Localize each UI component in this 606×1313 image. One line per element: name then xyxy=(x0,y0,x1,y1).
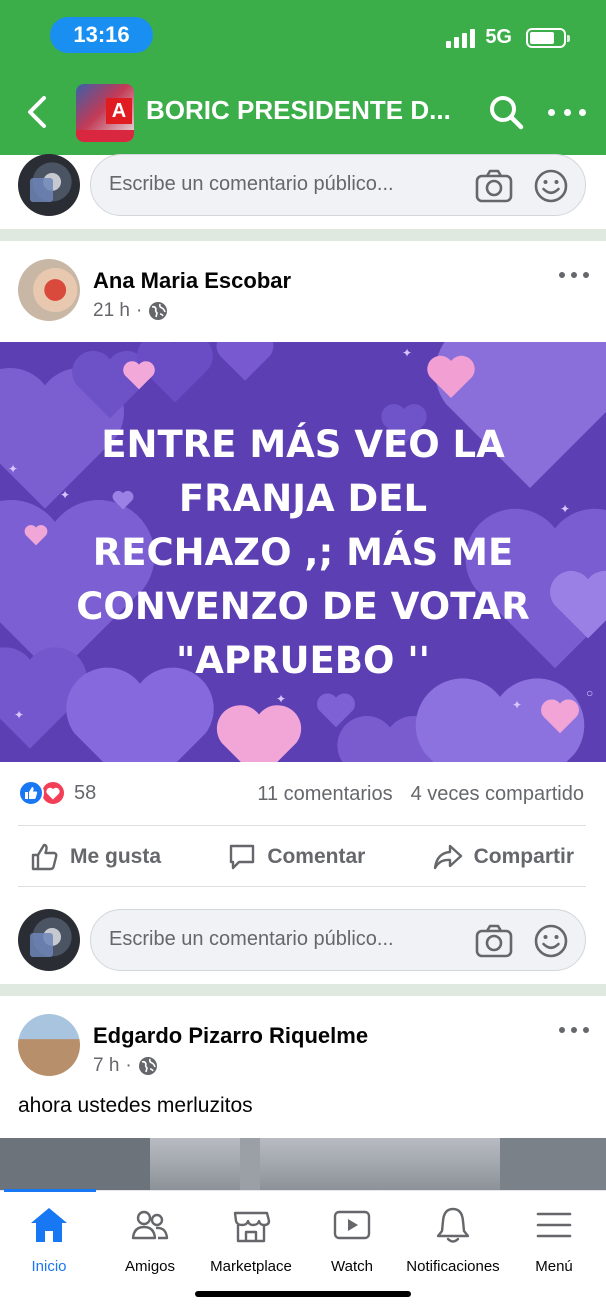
like-label: Me gusta xyxy=(70,845,162,868)
thumbs-up-icon xyxy=(31,843,58,871)
divider xyxy=(18,886,586,887)
nav-item-marketplace[interactable]: Marketplace xyxy=(201,1205,301,1275)
bell-icon xyxy=(436,1207,470,1243)
card-text-line: ENTRE MÁS VEO LA xyxy=(101,423,505,466)
share-label: Compartir xyxy=(473,845,574,868)
nav-label: Inicio xyxy=(31,1258,67,1275)
camera-icon[interactable] xyxy=(475,923,513,959)
card-text-line: CONVENZO DE VOTAR xyxy=(76,585,530,628)
post-card-text: ENTRE MÁS VEO LA FRANJA DEL RECHAZO ,; M… xyxy=(20,418,586,688)
comment-button[interactable]: Comentar xyxy=(215,834,377,880)
comment-placeholder: Escribe un comentario público... xyxy=(109,928,394,950)
nav-label: Watch xyxy=(331,1258,373,1275)
search-button[interactable] xyxy=(488,94,524,130)
emoji-icon[interactable] xyxy=(533,168,569,204)
comments-count[interactable]: 11 comentarios xyxy=(257,783,392,806)
camera-icon[interactable] xyxy=(475,168,513,204)
nav-label: Marketplace xyxy=(210,1258,292,1275)
post-author[interactable]: Edgardo Pizarro Riquelme xyxy=(93,1023,368,1049)
group-title[interactable]: BORIC PRESIDENTE D... xyxy=(146,95,476,126)
author-avatar[interactable] xyxy=(18,259,80,321)
comment-input[interactable]: Escribe un comentario público... xyxy=(90,154,586,216)
post-time[interactable]: 21 h xyxy=(93,300,130,322)
nav-label: Amigos xyxy=(124,1258,176,1275)
author-avatar[interactable] xyxy=(18,1014,80,1076)
nav-item-inicio[interactable]: Inicio xyxy=(0,1205,99,1275)
nav-label: Menú xyxy=(535,1258,573,1275)
globe-icon xyxy=(138,1057,157,1075)
nav-item-menu[interactable]: Menú xyxy=(504,1205,604,1275)
current-user-avatar[interactable] xyxy=(18,909,80,971)
post-time[interactable]: 7 h xyxy=(93,1055,119,1077)
app-header: 13:16 5G A BORIC PRESIDENTE D... xyxy=(0,0,606,155)
apruebo-logo-icon: A xyxy=(106,98,132,124)
more-options-button[interactable] xyxy=(548,100,586,124)
post-meta: 7 h · xyxy=(93,1055,158,1077)
home-icon xyxy=(31,1208,67,1242)
emoji-icon[interactable] xyxy=(533,923,569,959)
watch-icon xyxy=(333,1210,371,1240)
globe-icon xyxy=(149,302,168,320)
battery-icon xyxy=(526,27,570,48)
reaction-count: 58 xyxy=(74,781,97,804)
marketplace-icon xyxy=(233,1211,271,1243)
network-type: 5G xyxy=(485,26,512,48)
share-button[interactable]: Compartir xyxy=(420,834,586,880)
share-arrow-icon xyxy=(433,844,462,870)
home-indicator[interactable] xyxy=(195,1291,411,1297)
nav-item-watch[interactable]: Watch xyxy=(302,1205,402,1275)
shares-count[interactable]: 4 veces compartido xyxy=(411,783,584,806)
group-avatar[interactable]: A xyxy=(76,84,134,142)
active-tab-indicator xyxy=(4,1189,96,1192)
post-meta: 21 h · xyxy=(93,300,168,322)
card-text-line: FRANJA DEL xyxy=(178,477,428,520)
divider xyxy=(18,825,586,826)
like-button[interactable]: Me gusta xyxy=(18,834,173,880)
post-photo[interactable] xyxy=(0,1138,606,1190)
status-time: 13:16 xyxy=(50,17,153,53)
post-actions: Me gusta Comentar Compartir xyxy=(18,834,586,880)
back-button[interactable] xyxy=(22,92,52,132)
reaction-summary[interactable]: 58 xyxy=(18,780,96,806)
card-text-line: RECHAZO ,; MÁS ME xyxy=(92,531,514,574)
comment-icon xyxy=(230,844,255,870)
post-options-button[interactable] xyxy=(559,1025,589,1035)
current-user-avatar[interactable] xyxy=(18,154,80,216)
post-options-button[interactable] xyxy=(559,270,589,280)
friends-icon xyxy=(131,1210,169,1240)
back-arrow-icon xyxy=(28,96,46,128)
feed-divider xyxy=(0,984,606,996)
post-author[interactable]: Ana Maria Escobar xyxy=(93,268,291,294)
like-reaction-icon xyxy=(18,780,44,806)
comment-placeholder: Escribe un comentario público... xyxy=(109,173,394,195)
signal-icon xyxy=(446,28,476,48)
comment-label: Comentar xyxy=(267,845,366,868)
nav-item-amigos[interactable]: Amigos xyxy=(100,1205,200,1275)
menu-icon xyxy=(536,1212,572,1238)
status-indicators: 5G xyxy=(446,26,570,49)
feed-divider xyxy=(0,229,606,241)
post-stats: 11 comentarios 4 veces compartido xyxy=(257,783,584,806)
nav-item-notificaciones[interactable]: Notificaciones xyxy=(403,1205,503,1275)
post-text: ahora ustedes merluzitos xyxy=(18,1094,253,1117)
comment-input[interactable]: Escribe un comentario público... xyxy=(90,909,586,971)
card-text-line: "APRUEBO '' xyxy=(175,639,431,682)
nav-label: Notificaciones xyxy=(406,1258,500,1275)
search-icon xyxy=(490,96,524,130)
